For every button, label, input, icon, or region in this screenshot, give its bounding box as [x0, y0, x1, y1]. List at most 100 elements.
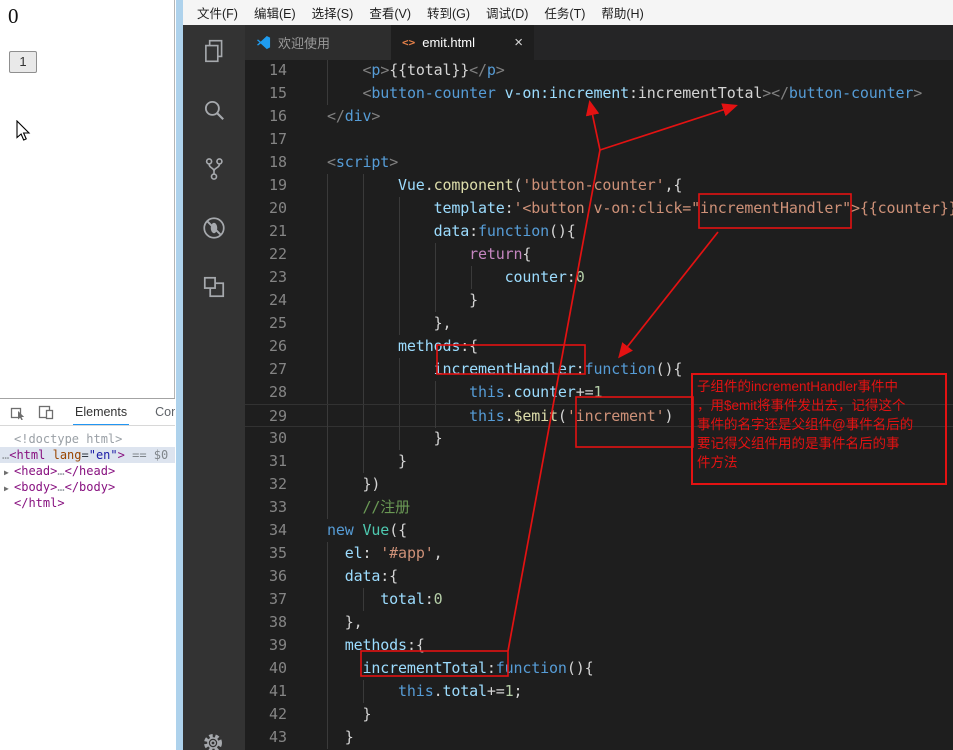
code-text: methods:{	[327, 634, 425, 657]
dom-token: </head>	[64, 464, 116, 478]
token-ctrl: return	[469, 245, 523, 263]
code-line[interactable]: 40 incrementTotal:function(){	[245, 657, 953, 680]
token-plain: }	[469, 291, 478, 309]
code-text: })	[327, 473, 380, 496]
html-file-icon: <>	[402, 36, 416, 49]
code-text: this.total+=1;	[327, 680, 523, 703]
source-control-icon[interactable]	[201, 156, 227, 182]
code-text: new Vue({	[327, 519, 407, 542]
code-line[interactable]: 20 template:'<button v-on:click="increme…	[245, 197, 953, 220]
token-kw: new	[327, 521, 354, 539]
dom-token: …	[57, 464, 65, 478]
code-line[interactable]: 29 this.$emit('increment')	[245, 404, 953, 428]
devtools-tab-elements[interactable]: Elements	[73, 399, 130, 425]
line-number: 18	[268, 153, 287, 171]
code-line[interactable]: 19 Vue.component('button-counter',{	[245, 174, 953, 197]
counter-button[interactable]: 1	[9, 51, 37, 73]
extensions-icon[interactable]	[201, 274, 227, 300]
token-plain: (){	[566, 659, 594, 677]
dom-tree-row[interactable]: <!doctype html>	[0, 431, 175, 447]
indent-guide	[327, 60, 363, 82]
menu-item[interactable]: 任务(T)	[536, 3, 593, 22]
code-line[interactable]: 31 }	[245, 450, 953, 473]
code-text: }	[327, 427, 443, 450]
code-line[interactable]: 16 </div>	[245, 105, 953, 128]
code-line[interactable]: 25 },	[245, 312, 953, 335]
code-line[interactable]: 30 }	[245, 427, 953, 450]
token-plain: }	[362, 705, 372, 723]
code-line[interactable]: 32 })	[245, 473, 953, 496]
search-icon[interactable]	[201, 97, 227, 123]
code-line[interactable]: 27 incrementHandler:function(){	[245, 358, 953, 381]
token-tag: button-counter	[788, 84, 914, 102]
token-attr: incrementHandler	[433, 360, 576, 378]
tab-emit-html[interactable]: <> emit.html ×	[391, 25, 534, 60]
code-line[interactable]: 42 }	[245, 703, 953, 726]
code-line[interactable]: 39 methods:{	[245, 634, 953, 657]
code-line[interactable]: 28 this.counter+=1	[245, 381, 953, 404]
tab-welcome[interactable]: 欢迎使用	[245, 25, 391, 60]
settings-gear-icon[interactable]	[200, 730, 226, 750]
token-plain: :	[469, 222, 478, 240]
token-plain: }	[344, 728, 354, 746]
code-line[interactable]: 21 data:function(){	[245, 220, 953, 243]
code-line[interactable]: 24 }	[245, 289, 953, 312]
token-fn: $emit	[513, 407, 559, 425]
code-line[interactable]: 15 <button-counter v-on:increment:increm…	[245, 82, 953, 105]
code-line[interactable]: 37 total:0	[245, 588, 953, 611]
code-text: data:function(){	[327, 220, 576, 243]
indent-guide	[327, 565, 345, 588]
code-line[interactable]: 14 <p>{{total}}</p>	[245, 60, 953, 82]
menu-item[interactable]: 查看(V)	[361, 3, 419, 22]
code-text: template:'<button v-on:click="incrementH…	[327, 197, 953, 220]
tab-close-icon[interactable]: ×	[514, 35, 523, 50]
code-line[interactable]: 41 this.total+=1;	[245, 680, 953, 703]
token-plain: :	[575, 360, 585, 378]
inspect-element-icon[interactable]	[10, 404, 26, 420]
line-number: 24	[268, 291, 287, 309]
token-plain: ;	[513, 682, 523, 700]
menu-item[interactable]: 选择(S)	[304, 3, 362, 22]
code-text: this.$emit('increment')	[327, 405, 674, 428]
code-line[interactable]: 35 el: '#app',	[245, 542, 953, 565]
dom-tree-row[interactable]: ▶ <body>…</body>	[0, 479, 175, 495]
indent-guide	[327, 243, 470, 266]
token-tag: p	[371, 61, 381, 79]
token-tag: script	[335, 153, 390, 171]
code-text: }	[327, 726, 354, 749]
device-toolbar-icon[interactable]	[38, 404, 54, 420]
code-line[interactable]: 38 },	[245, 611, 953, 634]
code-editor[interactable]: 14 <p>{{total}}</p> 15 <button-counter v-…	[245, 60, 953, 750]
dom-tree-row[interactable]: </html>	[0, 495, 175, 511]
dom-tree-row[interactable]: …<html lang="en"> == $0	[0, 447, 175, 463]
menu-item[interactable]: 文件(F)	[189, 3, 246, 22]
line-number: 14	[268, 61, 287, 79]
code-line[interactable]: 22 return{	[245, 243, 953, 266]
token-plain: :	[486, 659, 496, 677]
token-plain: :	[504, 199, 514, 217]
menu-item[interactable]: 转到(G)	[419, 3, 478, 22]
devtools-tab-console[interactable]: Console	[153, 399, 175, 425]
token-attr: total	[380, 590, 425, 608]
code-line[interactable]: 43 }	[245, 726, 953, 749]
menu-item[interactable]: 调试(D)	[478, 3, 536, 22]
code-line[interactable]: 33 //注册	[245, 496, 953, 519]
code-line[interactable]: 26 methods:{	[245, 335, 953, 358]
code-line[interactable]: 34 new Vue({	[245, 519, 953, 542]
code-line[interactable]: 36 data:{	[245, 565, 953, 588]
code-text: total:0	[327, 588, 443, 611]
explorer-icon[interactable]	[201, 38, 227, 64]
code-line[interactable]: 23 counter:0	[245, 266, 953, 289]
menu-item[interactable]: 帮助(H)	[593, 3, 651, 22]
menu-item[interactable]: 编辑(E)	[246, 3, 304, 22]
indent-guide	[327, 174, 399, 197]
code-line[interactable]: 18 <script>	[245, 151, 953, 174]
browser-page: 0 1 Elements Console <!doctype html>…<ht…	[0, 0, 175, 750]
code-line[interactable]: 17	[245, 128, 953, 151]
indent-guide	[327, 588, 381, 611]
token-plain: }	[398, 452, 407, 470]
dom-tree-row[interactable]: ▶ <head>…</head>	[0, 463, 175, 479]
token-plain: :	[424, 590, 434, 608]
debug-icon[interactable]	[201, 215, 227, 241]
